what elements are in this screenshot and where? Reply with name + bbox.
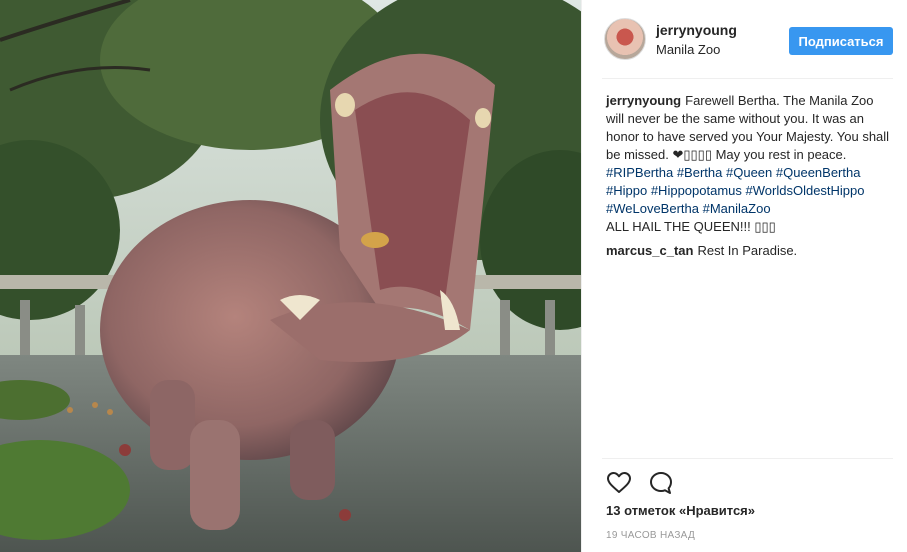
heart-icon[interactable]: [606, 470, 632, 496]
hashtag-link[interactable]: #Bertha: [677, 165, 723, 180]
post-photo[interactable]: [0, 0, 581, 552]
post-actions: [606, 470, 686, 496]
comment-icon[interactable]: [648, 470, 674, 496]
hashtag-link[interactable]: #WeLoveBertha: [606, 201, 699, 216]
hashtag-link[interactable]: #RIPBertha: [606, 165, 673, 180]
caption-closing: ALL HAIL THE QUEEN!!! ▯▯▯: [606, 219, 776, 234]
comments-list: jerrynyoung Farewell Bertha. The Manila Z…: [606, 92, 893, 266]
hashtag-link[interactable]: #WorldsOldestHippo: [746, 183, 865, 198]
hashtag-link[interactable]: #Queen: [726, 165, 772, 180]
hashtag-link[interactable]: #Hippo: [606, 183, 647, 198]
post-header: jerrynyoung Manila Zoo Подписаться: [604, 18, 893, 62]
hashtag-link[interactable]: #QueenBertha: [776, 165, 861, 180]
location-link[interactable]: Manila Zoo: [656, 42, 720, 57]
caption-comment: jerrynyoung Farewell Bertha. The Manila Z…: [606, 92, 893, 236]
username-link[interactable]: jerrynyoung: [656, 22, 737, 38]
hippo-photo-image: [0, 0, 581, 552]
post-sidebar: jerrynyoung Manila Zoo Подписаться jerry…: [581, 0, 907, 552]
comment-text: Rest In Paradise.: [697, 243, 798, 258]
hashtag-link[interactable]: #Hippopotamus: [651, 183, 742, 198]
comment-username-link[interactable]: marcus_c_tan: [606, 243, 693, 258]
hashtag-link[interactable]: #ManilaZoo: [703, 201, 771, 216]
post-timestamp[interactable]: 19 ЧАСОВ НАЗАД: [606, 530, 695, 541]
follow-button[interactable]: Подписаться: [789, 27, 893, 55]
comment-item: marcus_c_tan Rest In Paradise.: [606, 242, 893, 260]
avatar[interactable]: [604, 18, 646, 60]
caption-username-link[interactable]: jerrynyoung: [606, 93, 681, 108]
actions-divider: [602, 458, 893, 459]
hashtag-list: #RIPBertha #Bertha #Queen #QueenBertha #…: [606, 165, 865, 216]
likes-count[interactable]: 13 отметок «Нравится»: [606, 503, 755, 518]
header-divider: [602, 78, 893, 79]
